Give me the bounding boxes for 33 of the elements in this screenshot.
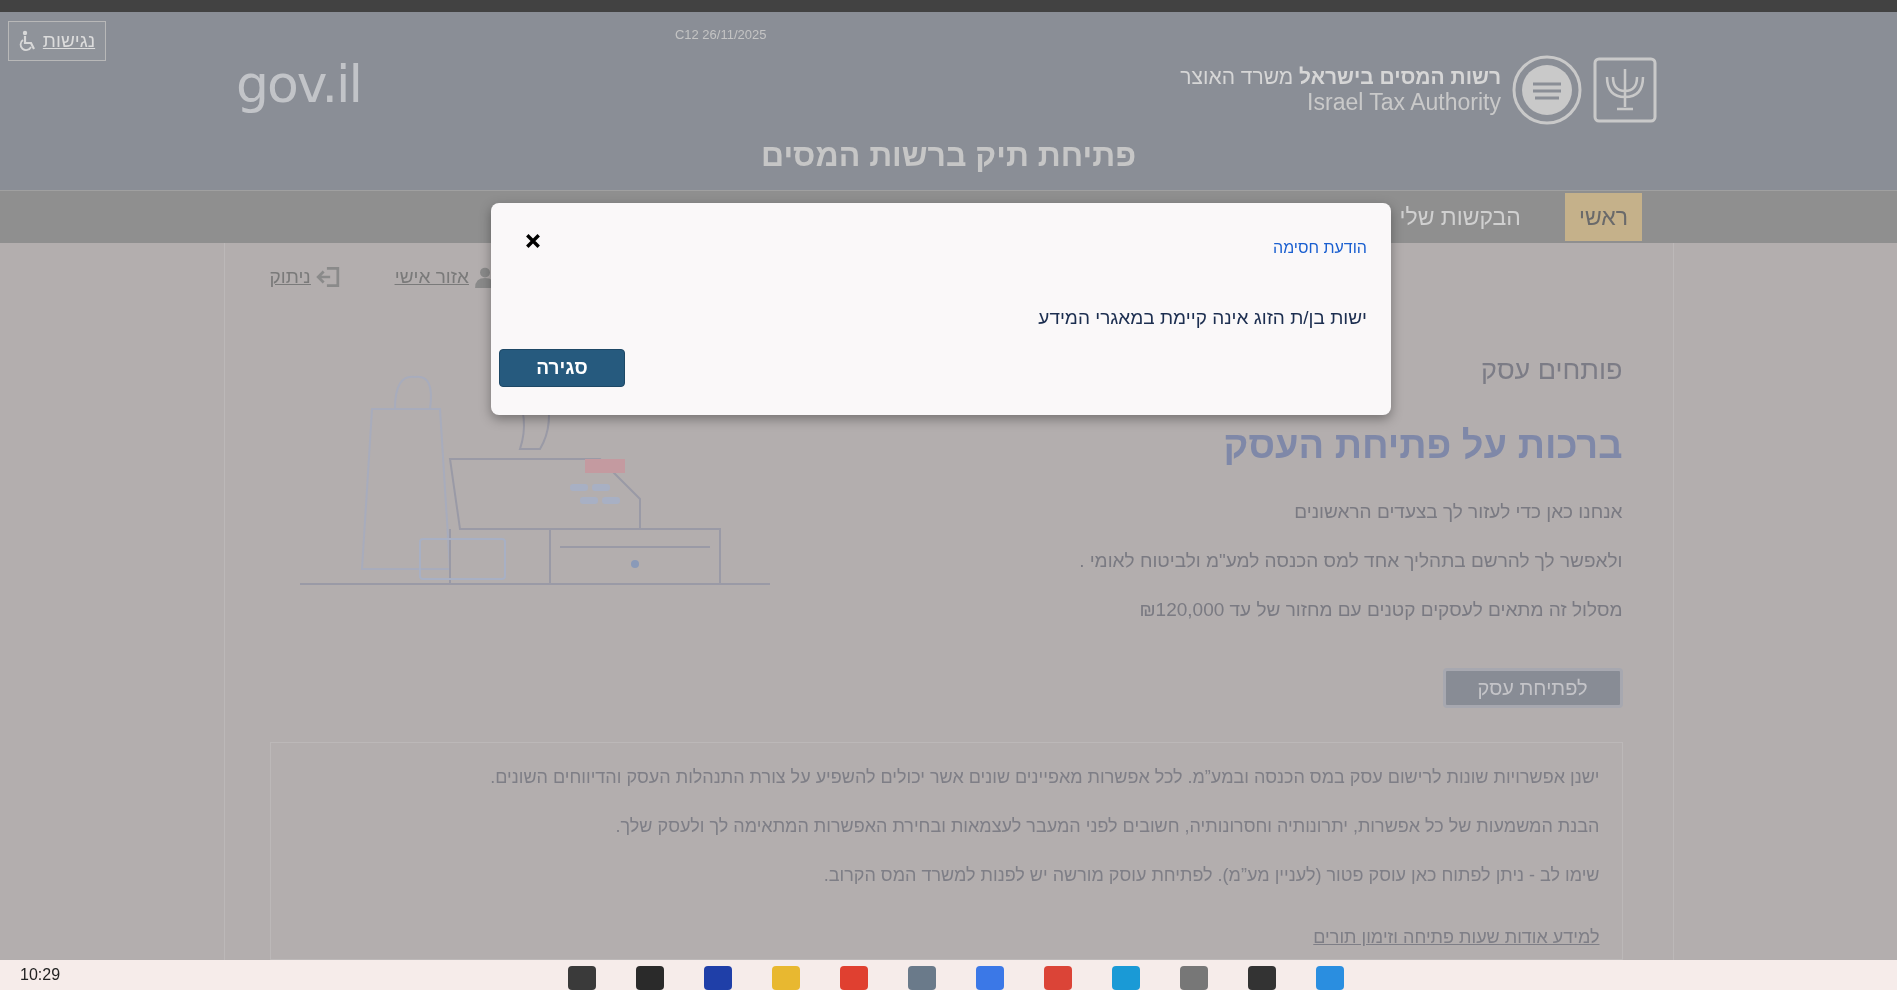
taskbar-app-icon[interactable] (568, 966, 596, 990)
clock-time: 10:29 (20, 966, 61, 984)
accessibility-button[interactable]: נגישות (8, 21, 106, 61)
open-business-button[interactable]: לפתיחת עסק (1442, 668, 1623, 708)
taskbar-app-icon[interactable] (1044, 966, 1072, 990)
authority-name: רשות המסים בישראל משרד האוצר (1180, 64, 1501, 89)
version-date: C12 26/11/2025 (674, 27, 767, 42)
taskbar-app-icon[interactable] (908, 966, 936, 990)
emblem-icon (1593, 57, 1657, 123)
dialog-title: הודעת חסימה (1273, 239, 1367, 257)
dialog-message: ישות בן/ת הזוג אינה קיימת במאגרי המידע (1037, 307, 1367, 329)
taskbar-app-icon[interactable] (1248, 966, 1276, 990)
taskbar-app-icon[interactable] (1316, 966, 1344, 990)
taskbar-app-icon[interactable] (704, 966, 732, 990)
gov-il-logo: gov.il (236, 54, 361, 114)
taskbar-app-icon[interactable] (1180, 966, 1208, 990)
close-icon[interactable] (523, 231, 543, 251)
page-title: פתיחת תיק ברשות המסים (760, 137, 1137, 174)
taskbar-app-icon[interactable] (636, 966, 664, 990)
taskbar-app-icon[interactable] (1112, 966, 1140, 990)
nav-tab[interactable]: הבקשות שלי (1385, 193, 1535, 241)
nav-tab[interactable]: ראשי (1564, 193, 1642, 241)
intro-text: אנחנו כאן כדי לעזור לך בצעדים הראשונים (1293, 501, 1623, 523)
logout-link[interactable]: ניתוק (269, 265, 340, 289)
taskbar-app-icon[interactable] (772, 966, 800, 990)
circular-logo-icon (1511, 54, 1583, 126)
taskbar-app-icon[interactable] (976, 966, 1004, 990)
logout-icon (315, 265, 340, 289)
authority-name-english: Israel Tax Authority (1306, 88, 1501, 116)
intro-text: ולאפשר לך להרשם בתהליך אחד למס הכנסה למע"מ ולביטוח לאומי . (1079, 550, 1623, 572)
intro-text: מסלול זה מתאים לעסקים קטנים עם מחזור של עד ₪120,000 (1138, 599, 1623, 621)
close-button[interactable]: סגירה (499, 349, 625, 387)
taskbar-app-icon[interactable] (840, 966, 868, 990)
